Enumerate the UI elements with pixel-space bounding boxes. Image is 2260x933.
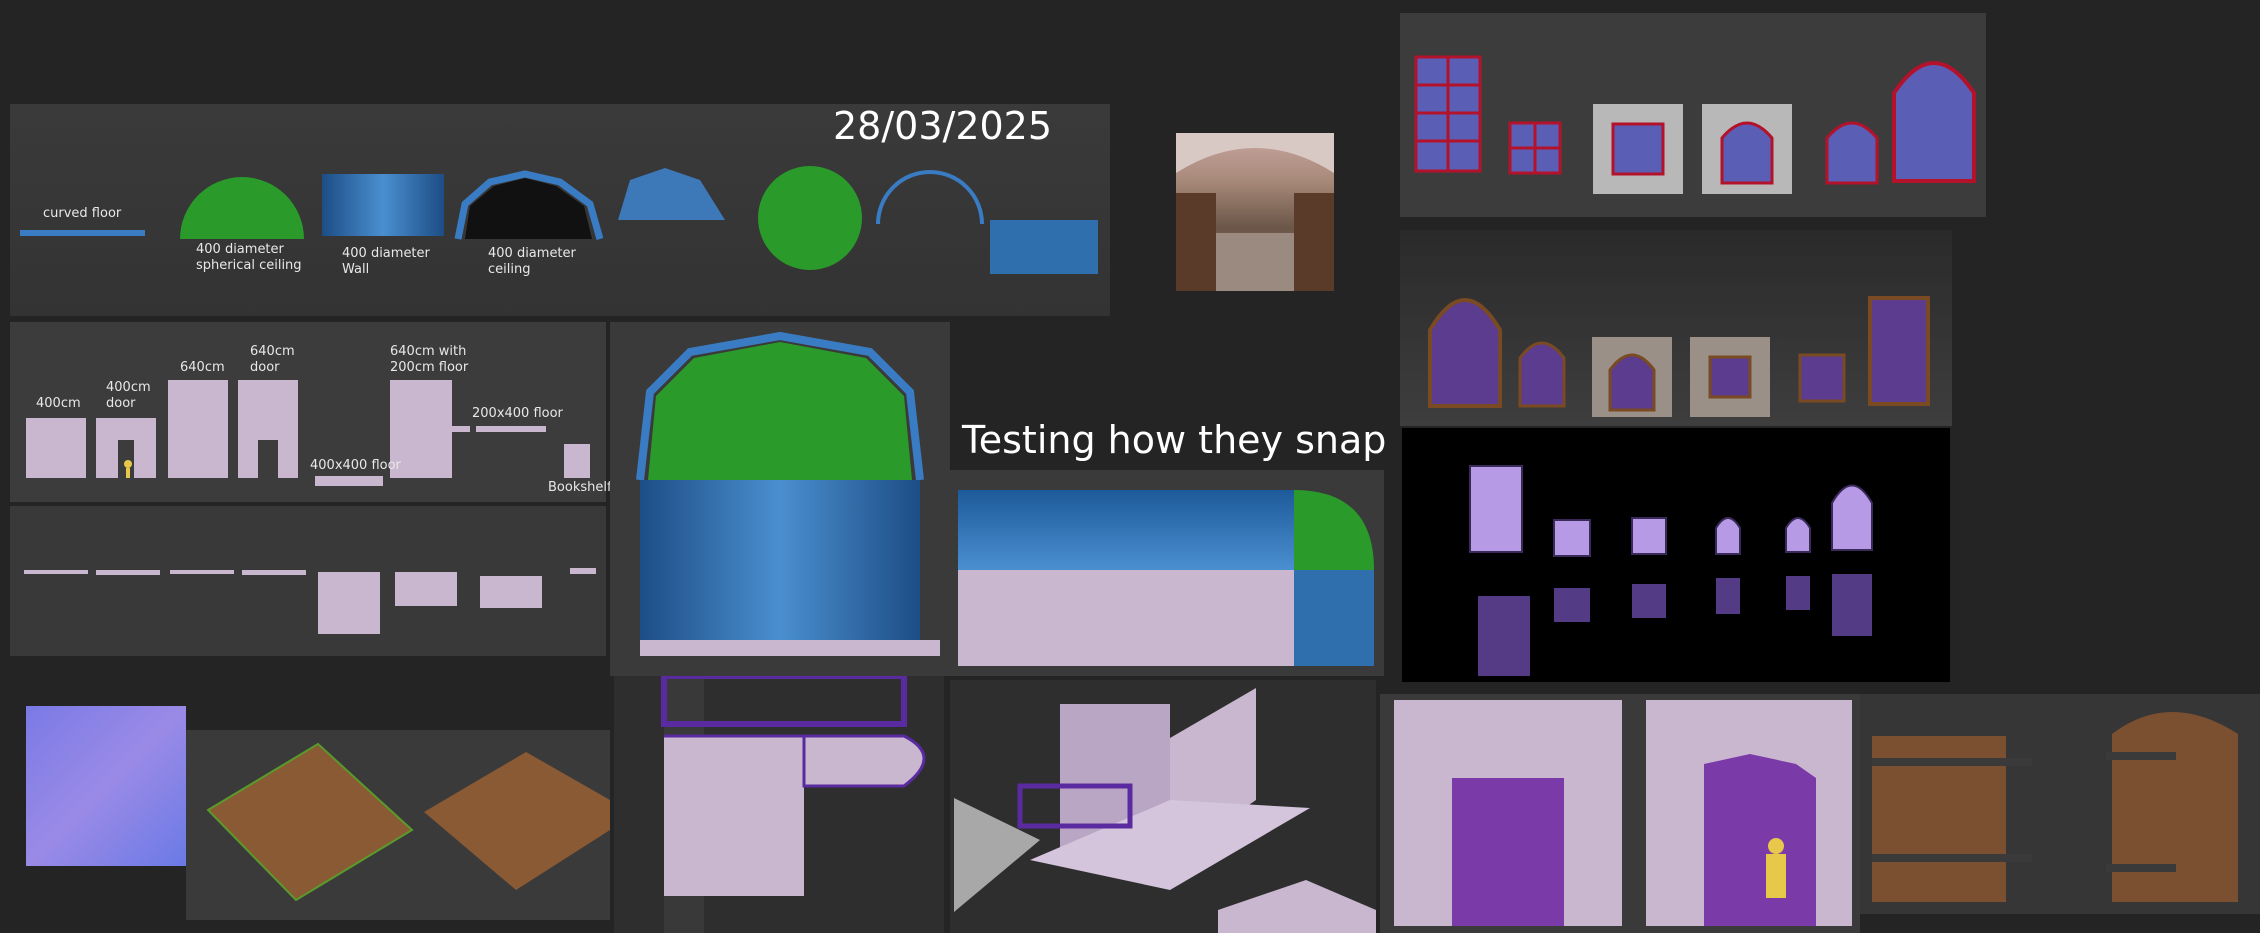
dome-green-section [648, 342, 912, 480]
glow-window-1 [1469, 465, 1523, 553]
corner-scene-preview [950, 680, 1376, 933]
glow-window-6 [1831, 484, 1873, 551]
label-200x400-floor: 200x400 floor [472, 406, 563, 421]
snap-green-cap [1294, 490, 1374, 570]
balcony-wall [664, 736, 804, 896]
flat-modules-panel [10, 506, 606, 656]
module-400x400-floor [315, 476, 383, 486]
module-640cm-door [238, 380, 298, 478]
dome-floor [640, 640, 940, 656]
door-wall-panel [1380, 694, 1860, 933]
balcony-preview [614, 676, 944, 933]
window-small-square [1508, 121, 1562, 175]
glowing-windows-panel [1402, 428, 1950, 682]
label-640cm-floor: 640cm with 200cm floor [390, 344, 469, 375]
window-wood-small [1798, 353, 1846, 403]
floor-tile-large [318, 572, 380, 634]
sphere-mesh [758, 166, 862, 270]
wooden-windows-panel [1400, 230, 1952, 426]
snap-heading: Testing how they snap [962, 418, 1387, 462]
wood-tile-2 [424, 752, 610, 890]
floor-tile-small [480, 576, 542, 608]
date-heading: 28/03/2025 [833, 104, 1053, 148]
label-ceiling: 400 diameter ceiling [488, 246, 576, 277]
normal-map-texture [26, 706, 186, 866]
module-400cm [26, 418, 86, 478]
wall-modules-panel: 400cm 400cm door 640cm 640cm door 640cm … [10, 322, 612, 502]
module-200x400-floor [476, 426, 546, 432]
label-400cm-door: 400cm door [106, 380, 151, 411]
wood-tile-1 [206, 742, 414, 902]
wooden-door-arched [2112, 712, 2238, 902]
spherical-ceiling-mesh [180, 177, 304, 239]
wood-floor-preview [186, 730, 610, 920]
glow-window-5 [1785, 517, 1811, 553]
glow-window-3 [1631, 517, 1667, 555]
snap-pink-wall [958, 570, 1294, 666]
snap-test-panel [944, 470, 1384, 676]
window-large-square [1414, 55, 1482, 173]
half-dome-mesh [618, 168, 725, 220]
window-arched-small [1825, 121, 1879, 185]
wooden-doors-panel [1860, 694, 2260, 914]
window-wood-tall [1868, 296, 1930, 406]
glow-window-4 [1715, 517, 1741, 555]
curved-floor-mesh [20, 230, 145, 236]
label-spherical-ceiling: 400 diameter spherical ceiling [196, 242, 302, 273]
label-curved-floor: curved floor [43, 206, 122, 221]
library-reference-photo [1176, 133, 1334, 291]
window-arched-large [1892, 61, 1976, 183]
label-640cm: 640cm [180, 360, 225, 375]
module-bookshelf [564, 444, 590, 478]
label-400x400-floor: 400x400 floor [310, 458, 401, 473]
label-bookshelf: Bookshelf [548, 480, 612, 495]
module-640cm [168, 380, 228, 478]
label-400cm: 400cm [36, 396, 81, 411]
window-wood-arched-large [1428, 298, 1502, 408]
glow-window-2 [1553, 519, 1591, 557]
arc-outline-mesh [876, 170, 984, 225]
floor-tile-medium [395, 572, 457, 606]
label-wall: 400 diameter Wall [342, 246, 430, 277]
small-cylinder-mesh [990, 220, 1098, 274]
label-640cm-door: 640cm door [250, 344, 295, 375]
red-windows-panel [1400, 13, 1986, 217]
window-wood-arched-small [1518, 341, 1566, 408]
dome-section-panel [610, 322, 950, 676]
